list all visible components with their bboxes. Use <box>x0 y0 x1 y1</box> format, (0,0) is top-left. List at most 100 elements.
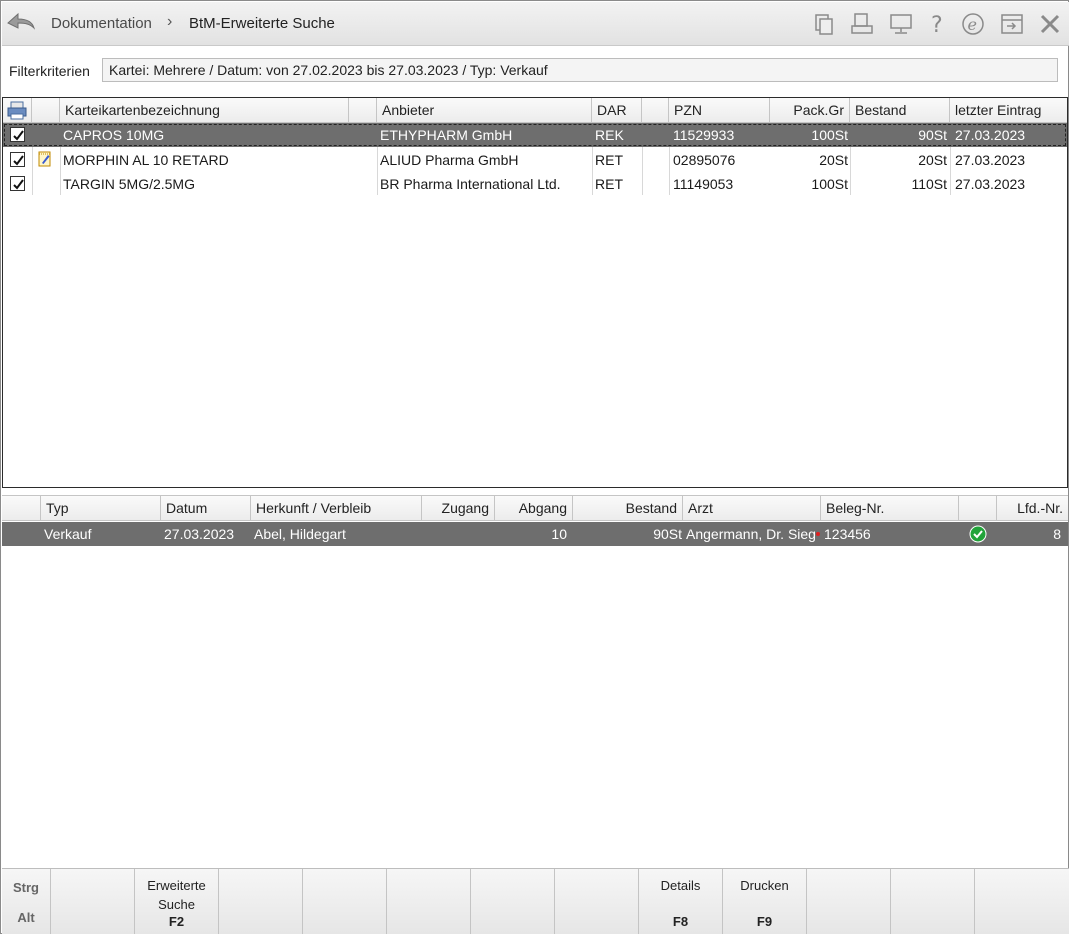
movement-table-header: Typ Datum Herkunft / Verbleib Zugang Abg… <box>2 496 1068 521</box>
cell-abgang: 10 <box>551 526 567 542</box>
col-blank-header <box>2 496 41 521</box>
cell-supplier: ALIUD Pharma GmbH <box>380 152 519 168</box>
cell-pack: 100St <box>811 127 848 143</box>
monitor-icon[interactable] <box>888 12 914 36</box>
cell-datum: 27.03.2023 <box>164 526 235 542</box>
cell-herkunft: Abel, Hildegart <box>254 526 346 542</box>
help-icon[interactable]: ? <box>924 12 950 38</box>
fkey-label: Drucken <box>740 878 789 893</box>
fkey-f5[interactable] <box>387 869 471 934</box>
e-icon[interactable]: e <box>960 12 986 36</box>
fkey-f3[interactable] <box>219 869 303 934</box>
cell-pack: 100St <box>811 176 848 192</box>
fkey-shortcut: F8 <box>672 914 689 929</box>
cell-dar: RET <box>595 176 623 192</box>
table-row[interactable]: Verkauf 27.03.2023 Abel, Hildegart 10 90… <box>2 522 1068 546</box>
cell-beleg: 123456 <box>824 526 871 542</box>
col-last-entry-header[interactable]: letzter Eintrag <box>950 98 1067 123</box>
fkey-f12[interactable] <box>975 869 1069 934</box>
movement-table: Typ Datum Herkunft / Verbleib Zugang Abg… <box>2 495 1068 867</box>
cell-name: CAPROS 10MG <box>63 127 165 143</box>
fkey-f11[interactable] <box>891 869 975 934</box>
cell-dar: REK <box>595 127 624 143</box>
fkey-shortcut: F2 <box>168 914 185 929</box>
cell-bestand: 90St <box>653 526 682 542</box>
extended-search-button[interactable]: Erweiterte Suche F2 <box>135 869 219 934</box>
col-dar-header[interactable]: DAR <box>592 98 642 123</box>
cell-last-entry: 27.03.2023 <box>955 152 1026 168</box>
col-beleg-header[interactable]: Beleg-Nr. <box>821 496 959 521</box>
svg-text:?: ? <box>931 13 943 36</box>
title-bar: Dokumentation › BtM-Erweiterte Suche ? e <box>2 2 1069 46</box>
print-column-header[interactable] <box>3 98 32 123</box>
cell-last-entry: 27.03.2023 <box>955 127 1026 143</box>
col-datum-header[interactable]: Datum <box>161 496 251 521</box>
item-table: Karteikartenbezeichnung Anbieter DAR PZN… <box>2 97 1068 488</box>
print-button[interactable]: Drucken F9 <box>723 869 807 934</box>
check-ok-icon <box>969 525 987 543</box>
note-column-header[interactable] <box>32 98 60 123</box>
filter-label: Filterkriterien <box>9 63 90 79</box>
breadcrumb-separator: › <box>167 13 173 30</box>
cell-pack: 20St <box>819 152 848 168</box>
col-bestand-header[interactable]: Bestand <box>573 496 683 521</box>
modifier-keys[interactable]: Strg Alt <box>2 869 51 934</box>
app-window: Dokumentation › BtM-Erweiterte Suche ? e… <box>0 0 1069 934</box>
col-lfd-header[interactable]: Lfd.-Nr. <box>997 496 1068 521</box>
col-zugang-header[interactable]: Zugang <box>422 496 495 521</box>
col-supplier-header[interactable]: Anbieter <box>377 98 592 123</box>
fkey-f6[interactable] <box>471 869 555 934</box>
cell-name: MORPHIN AL 10 RETARD <box>63 152 229 168</box>
cell-zugang <box>422 522 492 546</box>
cell-arzt: Angermann, Dr. Sieg <box>686 526 816 542</box>
col-abgang-header[interactable]: Abgang <box>495 496 573 521</box>
cell-supplier: BR Pharma International Ltd. <box>380 176 561 192</box>
row-checkbox[interactable] <box>10 152 25 167</box>
fkey-f4[interactable] <box>303 869 387 934</box>
ctrl-key-label: Strg <box>13 880 39 895</box>
fkey-label: Details <box>660 878 701 893</box>
details-button[interactable]: Details F8 <box>639 869 723 934</box>
note-icon[interactable] <box>37 150 53 168</box>
close-icon[interactable] <box>1037 12 1063 36</box>
fkey-label: Erweiterte Suche <box>147 878 206 912</box>
print-preview-icon[interactable] <box>849 12 875 36</box>
filter-criteria-field: Kartei: Mehrere / Datum: von 27.02.2023 … <box>102 58 1058 82</box>
row-checkbox[interactable] <box>10 176 25 191</box>
cell-pzn: 11529933 <box>673 127 735 143</box>
col-typ-header[interactable]: Typ <box>41 496 161 521</box>
col-status-header[interactable] <box>959 496 997 521</box>
col-name-header[interactable]: Karteikartenbezeichnung <box>60 98 349 123</box>
fkey-shortcut: F9 <box>756 914 773 929</box>
svg-text:e: e <box>968 15 977 34</box>
col-herkunft-header[interactable]: Herkunft / Verbleib <box>251 496 422 521</box>
cell-name: TARGIN 5MG/2.5MG <box>63 176 195 192</box>
table-row[interactable]: TARGIN 5MG/2.5MG BR Pharma International… <box>3 172 1067 196</box>
table-row[interactable]: MORPHIN AL 10 RETARD ALIUD Pharma GmbH R… <box>3 148 1067 172</box>
col-spacer2-header <box>642 98 669 123</box>
copy-icon[interactable] <box>811 12 837 36</box>
col-pzn-header[interactable]: PZN <box>669 98 770 123</box>
col-pack-header[interactable]: Pack.Gr <box>770 98 850 123</box>
alt-key-label: Alt <box>17 910 35 925</box>
cell-last-entry: 27.03.2023 <box>955 176 1026 192</box>
back-arrow-icon[interactable] <box>6 10 36 36</box>
fkey-f10[interactable] <box>807 869 891 934</box>
cell-lfd: 8 <box>1053 526 1061 542</box>
col-arzt-header[interactable]: Arzt <box>683 496 821 521</box>
page-title: BtM-Erweiterte Suche <box>189 15 335 32</box>
breadcrumb-root[interactable]: Dokumentation <box>51 15 152 32</box>
cell-pzn: 11149053 <box>673 176 734 192</box>
col-stock-header[interactable]: Bestand <box>850 98 950 123</box>
cell-typ: Verkauf <box>44 526 92 542</box>
cell-dar: RET <box>595 152 623 168</box>
cell-pzn: 02895076 <box>673 152 736 168</box>
cell-stock: 20St <box>918 152 947 168</box>
row-checkbox[interactable] <box>10 127 25 142</box>
table-row[interactable]: CAPROS 10MG ETHYPHARM GmbH REK 11529933 … <box>3 123 1067 147</box>
cell-stock: 110St <box>911 176 947 192</box>
fkey-f1[interactable] <box>51 869 135 934</box>
fkey-f7[interactable] <box>555 869 639 934</box>
printer-icon <box>7 101 27 120</box>
exit-window-icon[interactable] <box>999 12 1025 36</box>
